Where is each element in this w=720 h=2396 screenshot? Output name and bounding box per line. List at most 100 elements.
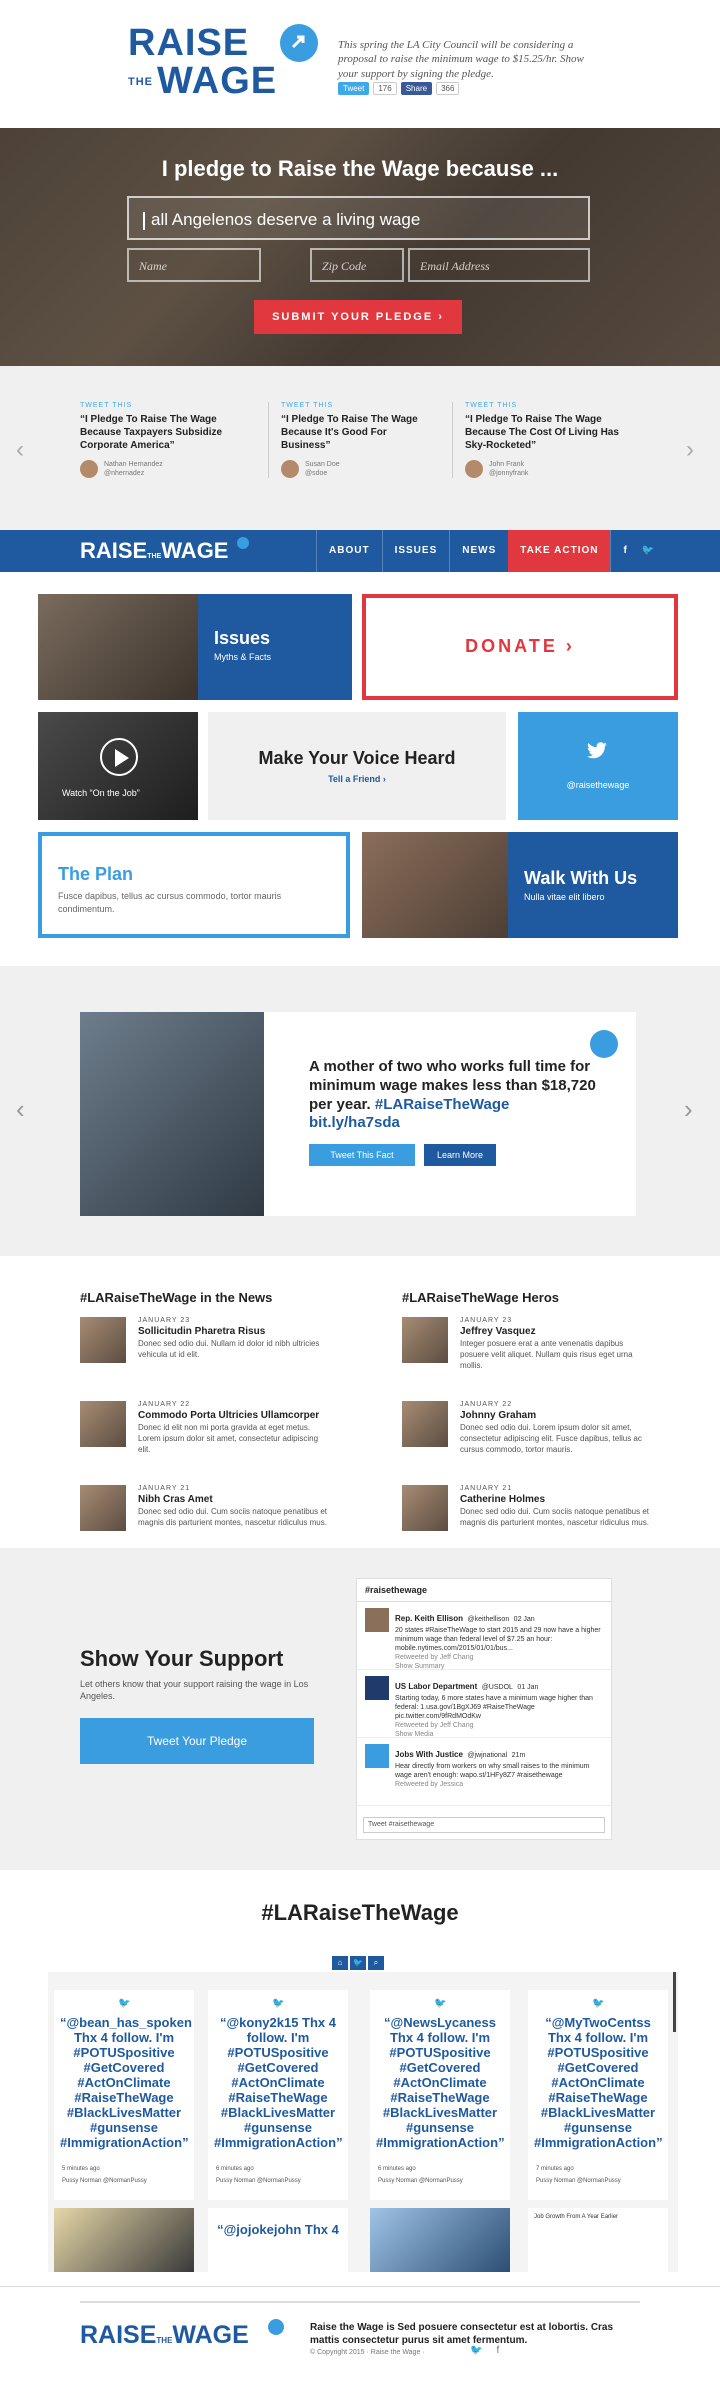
- plan-body: Fusce dapibus, tellus ac cursus commodo,…: [58, 891, 282, 914]
- tweet-card[interactable]: TWEET THIS “I Pledge To Raise The Wage B…: [80, 402, 250, 479]
- video-tile[interactable]: Watch “On the Job”: [38, 712, 198, 820]
- facebook-icon[interactable]: f: [610, 530, 639, 572]
- learn-more-button[interactable]: Learn More: [424, 1144, 496, 1166]
- hero-item[interactable]: JANUARY 21 Catherine Holmes Donec sed odio…: [402, 1485, 652, 1557]
- fact-link[interactable]: bit.ly/ha7sda: [309, 1114, 400, 1131]
- hero-body: Donec sed odio dui. Lorem ipsum dolor si…: [460, 1423, 642, 1454]
- carousel-prev-arrow-icon[interactable]: ‹: [16, 436, 24, 464]
- hero-portrait: [402, 1485, 448, 1531]
- twitter-icon[interactable]: 🐦: [470, 2345, 482, 2356]
- facebook-icon[interactable]: f: [496, 2345, 499, 2356]
- footer-social-links: 🐦 f: [470, 2345, 499, 2356]
- tweet-card[interactable]: TWEET THIS “I Pledge To Raise The Wage B…: [452, 402, 622, 479]
- footer-logo-wage: WAGE: [172, 2321, 249, 2349]
- pledge-tweets-carousel: ‹ › TWEET THIS “I Pledge To Raise The Wa…: [0, 366, 720, 530]
- news-body: Donec id elit non mi porta gravida at eg…: [138, 1423, 319, 1454]
- carousel-next-arrow-icon[interactable]: ›: [684, 1094, 693, 1125]
- tweet-your-pledge-button[interactable]: Tweet Your Pledge: [80, 1718, 314, 1764]
- feed-tweet[interactable]: US Labor Department @USDOL 01 Jan Startin…: [357, 1670, 611, 1738]
- twitter-icon[interactable]: 🐦: [350, 1956, 366, 1970]
- news-heading: #LARaiseTheWage in the News: [80, 1290, 273, 1305]
- play-icon[interactable]: [100, 738, 138, 776]
- site-footer: RAISETHEWAGE Raise the Wage is Sed posue…: [0, 2286, 720, 2396]
- fact-hashtag[interactable]: #LARaiseTheWage: [375, 1096, 509, 1113]
- feed-tweet[interactable]: Rep. Keith Ellison @keithellison 02 Jan 2…: [357, 1602, 611, 1670]
- carousel-prev-arrow-icon[interactable]: ‹: [16, 1094, 25, 1125]
- nav-item-news[interactable]: NEWS: [449, 530, 508, 572]
- name-field[interactable]: Name: [127, 248, 261, 282]
- social-photo-card[interactable]: [54, 2208, 194, 2272]
- nav-item-about[interactable]: ABOUT: [316, 530, 382, 572]
- social-card-author: Pussy Norman @NormanPussy: [378, 2178, 463, 2184]
- facebook-share-button[interactable]: Share: [400, 82, 433, 95]
- tell-a-friend-link[interactable]: Tell a Friend ›: [208, 774, 506, 784]
- twitter-icon[interactable]: 🐦: [640, 530, 667, 572]
- tweet-card[interactable]: TWEET THIS “I Pledge To Raise The Wage B…: [268, 402, 438, 479]
- feed-tweet-time: 21m: [511, 1752, 526, 1759]
- chevron-right-icon: ›: [565, 636, 575, 656]
- social-card[interactable]: 🐦 “@MyTwoCentss Thx 4 follow. I'm #POTUS…: [528, 1990, 668, 2200]
- zip-code-field[interactable]: Zip Code: [310, 248, 404, 282]
- social-photo-card[interactable]: [370, 2208, 510, 2272]
- hero-item[interactable]: JANUARY 22 Johnny Graham Donec sed odio du…: [402, 1401, 652, 1473]
- chevron-right-icon: ›: [438, 311, 444, 323]
- news-date: JANUARY 23: [138, 1317, 191, 1324]
- heros-heading: #LARaiseTheWage Heros: [402, 1290, 560, 1305]
- feed-tweet-action[interactable]: Show Media: [395, 1730, 603, 1739]
- social-card[interactable]: 🐦 “@bean_has_spoken Thx 4 follow. I'm #P…: [54, 1990, 194, 2200]
- news-item[interactable]: JANUARY 21 Nibh Cras Amet Donec sed odio d…: [80, 1485, 330, 1557]
- issues-subtitle: Myths & Facts: [214, 652, 272, 662]
- feed-tweet[interactable]: Jobs With Justice @jwjnational 21m Hear d…: [357, 1738, 611, 1806]
- tweet-this-fact-button[interactable]: Tweet This Fact: [309, 1144, 415, 1166]
- twitter-tile[interactable]: @raisethewage: [518, 712, 678, 820]
- donate-button[interactable]: DONATE ›: [362, 594, 678, 700]
- plan-tile[interactable]: The Plan Fusce dapibus, tellus ac cursus…: [38, 832, 350, 938]
- nav-logo[interactable]: RAISETHEWAGE: [80, 538, 228, 564]
- social-card[interactable]: 🐦 “@NewsLycaness Thx 4 follow. I'm #POTU…: [370, 1990, 510, 2200]
- news-date: JANUARY 21: [138, 1485, 191, 1492]
- walk-tile[interactable]: Walk With Us Nulla vitae elit libero: [508, 832, 678, 938]
- share-bar: Tweet 176 Share 366: [338, 82, 460, 95]
- carousel-next-arrow-icon[interactable]: ›: [686, 436, 694, 464]
- nav-item-take-action[interactable]: TAKE ACTION: [508, 530, 611, 572]
- home-icon[interactable]: ⌂: [332, 1956, 348, 1970]
- tweet-compose-input[interactable]: Tweet #raisethewage: [363, 1817, 605, 1833]
- footer-logo-raise: RAISE: [80, 2321, 157, 2349]
- site-logo[interactable]: RAISE THE WAGE: [128, 24, 318, 100]
- news-item[interactable]: JANUARY 23 Sollicitudin Pharetra Risus Don…: [80, 1317, 330, 1389]
- logo-arrow-icon: [268, 2319, 284, 2335]
- chart-card[interactable]: Job Growth From A Year Earlier: [528, 2208, 668, 2272]
- wall-scrollbar[interactable]: [673, 1972, 676, 2032]
- tweet-author-handle: @jonnyfrank: [489, 470, 529, 478]
- walk-photo[interactable]: [362, 832, 508, 938]
- tweet-share-button[interactable]: Tweet: [338, 82, 370, 95]
- twitter-feed-widget: #raisethewage Rep. Keith Ellison @keithe…: [356, 1578, 612, 1840]
- search-icon[interactable]: ⌕: [368, 1956, 384, 1970]
- footer-logo[interactable]: RAISETHEWAGE: [80, 2321, 249, 2350]
- logo-the: THE: [128, 76, 153, 89]
- pledge-reason-input[interactable]: all Angelenos deserve a living wage: [127, 196, 590, 240]
- fact-text: A mother of two who works full time for …: [309, 1058, 599, 1133]
- feed-tweet-meta: Retweeted by Jeff Chang: [395, 1722, 474, 1730]
- issues-photo[interactable]: [38, 594, 198, 700]
- submit-pledge-label: SUBMIT YOUR PLEDGE: [272, 311, 434, 323]
- news-item[interactable]: JANUARY 22 Commodo Porta Ultricies Ullamc…: [80, 1401, 330, 1473]
- news-thumbnail: [80, 1401, 126, 1447]
- issues-title: Issues: [214, 628, 271, 648]
- chart-card-title: Job Growth From A Year Earlier: [534, 2214, 619, 2220]
- issues-tile[interactable]: Issues Myths & Facts: [198, 594, 352, 700]
- social-wall-toolbar: ⌂ 🐦 ⌕: [332, 1956, 384, 1970]
- hero-item[interactable]: JANUARY 23 Jeffrey Vasquez Integer posuere…: [402, 1317, 652, 1389]
- feed-tweet-time: 01 Jan: [517, 1684, 539, 1691]
- social-card[interactable]: “@jojokejohn Thx 4: [208, 2208, 348, 2272]
- twitter-icon: 🐦: [272, 1998, 285, 2009]
- feed-tweet-action[interactable]: Show Summary: [395, 1662, 603, 1671]
- nav-item-issues[interactable]: ISSUES: [381, 530, 450, 572]
- submit-pledge-button[interactable]: SUBMIT YOUR PLEDGE ›: [254, 300, 462, 334]
- social-card[interactable]: 🐦 “@kony2k15 Thx 4 follow. I'm #POTUSpos…: [208, 1990, 348, 2200]
- avatar: [365, 1608, 389, 1632]
- tweet-text: “I Pledge To Raise The Wage Because The …: [465, 414, 619, 451]
- feed-tweet-handle: @keithellison: [467, 1616, 510, 1623]
- email-field[interactable]: Email Address: [408, 248, 590, 282]
- feed-tweet-meta: Retweeted by Jeff Chang: [395, 1654, 474, 1662]
